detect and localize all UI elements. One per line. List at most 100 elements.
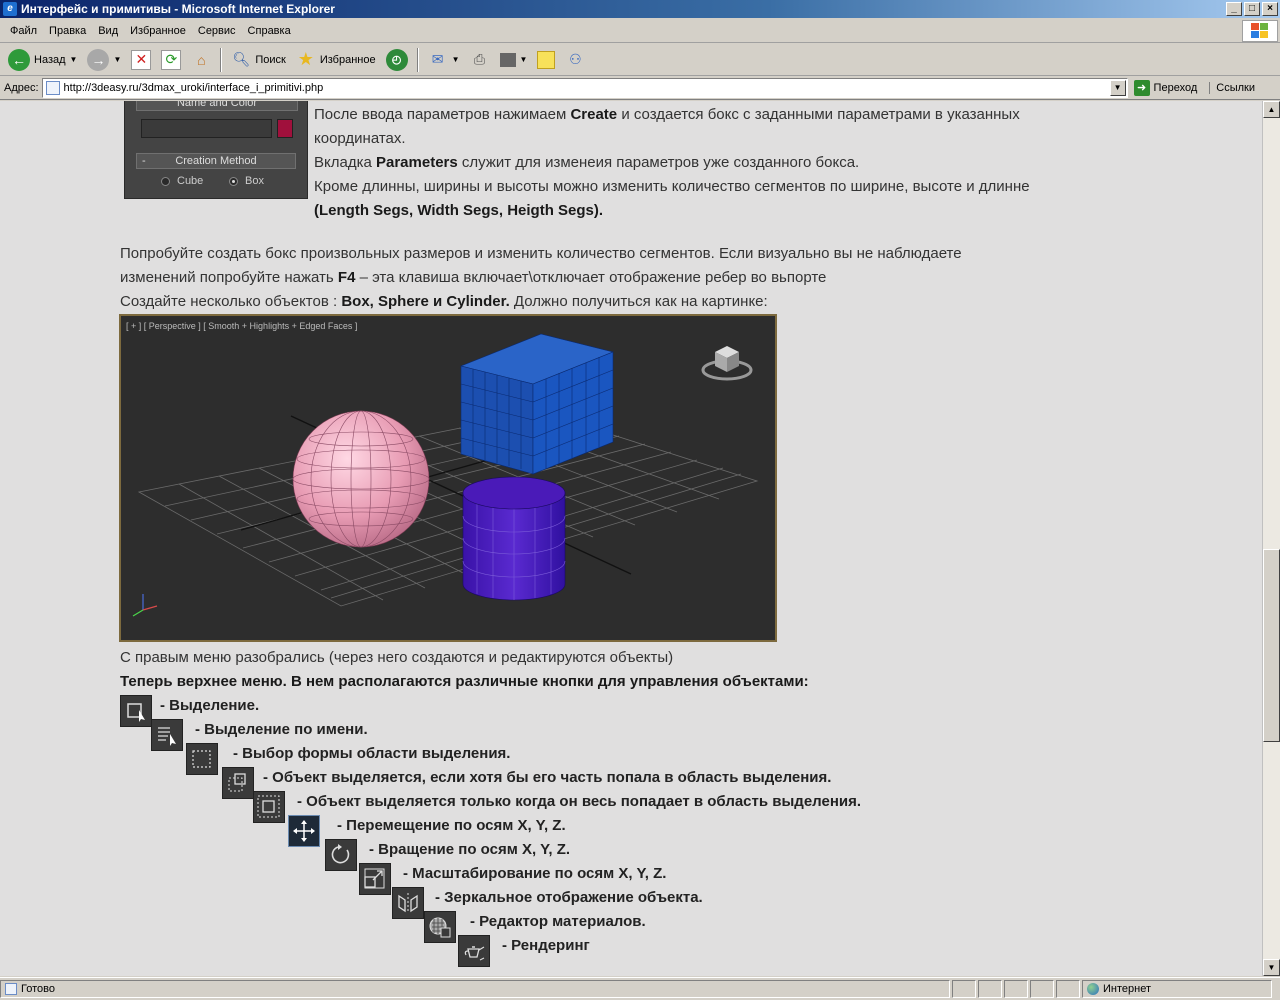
links-button[interactable]: Ссылки xyxy=(1209,82,1255,94)
tool-label: - Выделение. xyxy=(160,697,260,714)
window-title: Интерфейс и примитивы - Microsoft Intern… xyxy=(21,2,335,16)
search-icon: 🔍︎ xyxy=(232,51,251,67)
title-bar: e Интерфейс и примитивы - Microsoft Inte… xyxy=(0,0,1280,18)
edit-icon xyxy=(499,52,516,67)
text: Должно получиться как на картинке: xyxy=(509,293,768,310)
paragraph-top-menu: С правым меню разобрались (через него со… xyxy=(120,646,809,694)
menu-view[interactable]: Вид xyxy=(92,25,124,37)
messenger-button[interactable]: ⚇ xyxy=(561,46,589,74)
scroll-thumb[interactable] xyxy=(1263,549,1280,742)
tool-label: - Выбор формы области выделения. xyxy=(233,745,511,762)
text: Теперь верхнее меню. В нем располагаются… xyxy=(120,673,809,690)
history-icon: ◴ xyxy=(385,48,408,71)
go-button[interactable]: ➜ Переход xyxy=(1133,80,1197,96)
menu-help[interactable]: Справка xyxy=(242,25,297,37)
viewcube-icon xyxy=(701,346,753,381)
creation-method-header: - Creation Method xyxy=(136,153,296,169)
menu-edit[interactable]: Правка xyxy=(43,25,92,37)
status-panel xyxy=(952,980,976,998)
address-input[interactable]: http://3deasy.ru/3dmax_uroki/interface_i… xyxy=(41,78,1128,98)
back-label: Назад xyxy=(34,53,66,66)
scene-render xyxy=(132,333,759,617)
scroll-down-button[interactable]: ▼ xyxy=(1263,959,1280,976)
favorites-label: Избранное xyxy=(319,53,376,66)
ie-logo-icon: e xyxy=(3,2,17,16)
minimize-button[interactable]: _ xyxy=(1226,2,1242,16)
search-button[interactable]: 🔍︎ Поиск xyxy=(227,46,289,74)
select-object-icon xyxy=(120,695,152,727)
ground-grid xyxy=(137,411,759,607)
address-label: Адрес: xyxy=(4,82,39,94)
box-label: Box xyxy=(245,175,264,187)
back-button[interactable]: ← Назад ▼ xyxy=(4,46,81,74)
address-url: http://3deasy.ru/3dmax_uroki/interface_i… xyxy=(63,82,324,94)
move-icon xyxy=(288,815,320,847)
forward-button[interactable]: → ▼ xyxy=(83,46,125,74)
viewport-image: [ + ] [ Perspective ] [ Smooth + Highlig… xyxy=(119,314,777,642)
sphere-object xyxy=(292,410,430,548)
cylinder-object xyxy=(462,476,566,601)
history-button[interactable]: ◴ xyxy=(382,46,412,74)
tool-label: - Выделение по имени. xyxy=(195,721,368,738)
chevron-down-icon: ▼ xyxy=(69,55,78,64)
tool-label: - Перемещение по осям X, Y, Z. xyxy=(337,817,566,834)
axis-tripod-icon xyxy=(132,594,158,617)
favorites-button[interactable]: ★ Избранное xyxy=(292,46,380,74)
mail-button[interactable]: ✉ ▼ xyxy=(424,46,464,74)
edit-button[interactable]: ▼ xyxy=(496,46,532,74)
viewport-label: [ + ] [ Perspective ] [ Smooth + Highlig… xyxy=(126,321,358,331)
box-radio xyxy=(229,177,238,186)
chevron-down-icon: ▼ xyxy=(519,55,528,64)
text: изменений попробуйте нажать xyxy=(120,269,338,286)
search-label: Поиск xyxy=(255,53,286,66)
status-text: Готово xyxy=(21,983,55,995)
globe-icon xyxy=(1087,983,1099,995)
maximize-button[interactable]: □ xyxy=(1244,2,1260,16)
segs-keyword: (Length Segs, Width Segs, Heigth Segs). xyxy=(314,202,604,219)
text: и создается бокс с заданными параметрами… xyxy=(617,106,1020,123)
menu-tools[interactable]: Сервис xyxy=(192,25,242,37)
status-panel xyxy=(1056,980,1080,998)
select-by-name-icon xyxy=(151,719,183,751)
tool-label: - Объект выделяется только когда он весь… xyxy=(297,793,862,810)
scroll-up-button[interactable]: ▲ xyxy=(1263,101,1280,118)
tool-label: - Масштабирование по осям X, Y, Z. xyxy=(403,865,667,882)
refresh-button[interactable]: ⟳ xyxy=(157,46,185,74)
color-swatch xyxy=(277,119,293,138)
discuss-button[interactable] xyxy=(533,46,559,74)
page-content: Name and Color - Creation Method Cube Bo… xyxy=(0,101,1262,976)
close-button[interactable]: × xyxy=(1262,2,1278,16)
toolbar: ← Назад ▼ → ▼ ✕ ⟳ ⌂ 🔍︎ Поиск ★ Избранное… xyxy=(0,44,1280,76)
f4-keyword: F4 xyxy=(337,269,356,286)
cube-radio xyxy=(161,177,170,186)
text: Кроме длинны, ширины и высоты можно изме… xyxy=(314,178,1030,195)
tool-label: - Объект выделяется, если хотя бы его ча… xyxy=(263,769,832,786)
rollout-collapse-icon: - xyxy=(142,155,146,167)
print-button[interactable]: ⎙ xyxy=(466,46,494,74)
scale-icon xyxy=(359,863,391,895)
chevron-down-icon: ▼ xyxy=(113,55,122,64)
text: Попробуйте создать бокс произвольных раз… xyxy=(120,245,962,262)
forward-arrow-icon: → xyxy=(87,48,110,71)
creation-method-label: Creation Method xyxy=(175,155,257,167)
star-icon: ★ xyxy=(297,49,314,69)
tool-label: - Редактор материалов. xyxy=(470,913,646,930)
zone-panel: Интернет xyxy=(1082,980,1272,998)
text: Вкладка xyxy=(314,154,376,171)
toolbar-separator xyxy=(220,47,223,72)
back-arrow-icon: ← xyxy=(8,48,30,71)
stop-button[interactable]: ✕ xyxy=(127,46,155,74)
messenger-icon: ⚇ xyxy=(569,51,582,67)
tool-label: - Зеркальное отображение объекта. xyxy=(435,889,703,906)
address-dropdown-button[interactable]: ▼ xyxy=(1109,80,1126,96)
home-button[interactable]: ⌂ xyxy=(187,46,215,74)
menu-favorites[interactable]: Избранное xyxy=(124,25,192,37)
page-icon xyxy=(5,983,17,995)
printer-icon: ⎙ xyxy=(473,51,486,67)
menu-file[interactable]: Файл xyxy=(4,25,43,37)
tool-label: - Рендеринг xyxy=(502,937,590,954)
vertical-scrollbar[interactable]: ▲ ▼ xyxy=(1262,101,1280,976)
material-editor-icon xyxy=(424,911,456,943)
note-icon xyxy=(537,50,556,69)
status-panel xyxy=(1004,980,1028,998)
